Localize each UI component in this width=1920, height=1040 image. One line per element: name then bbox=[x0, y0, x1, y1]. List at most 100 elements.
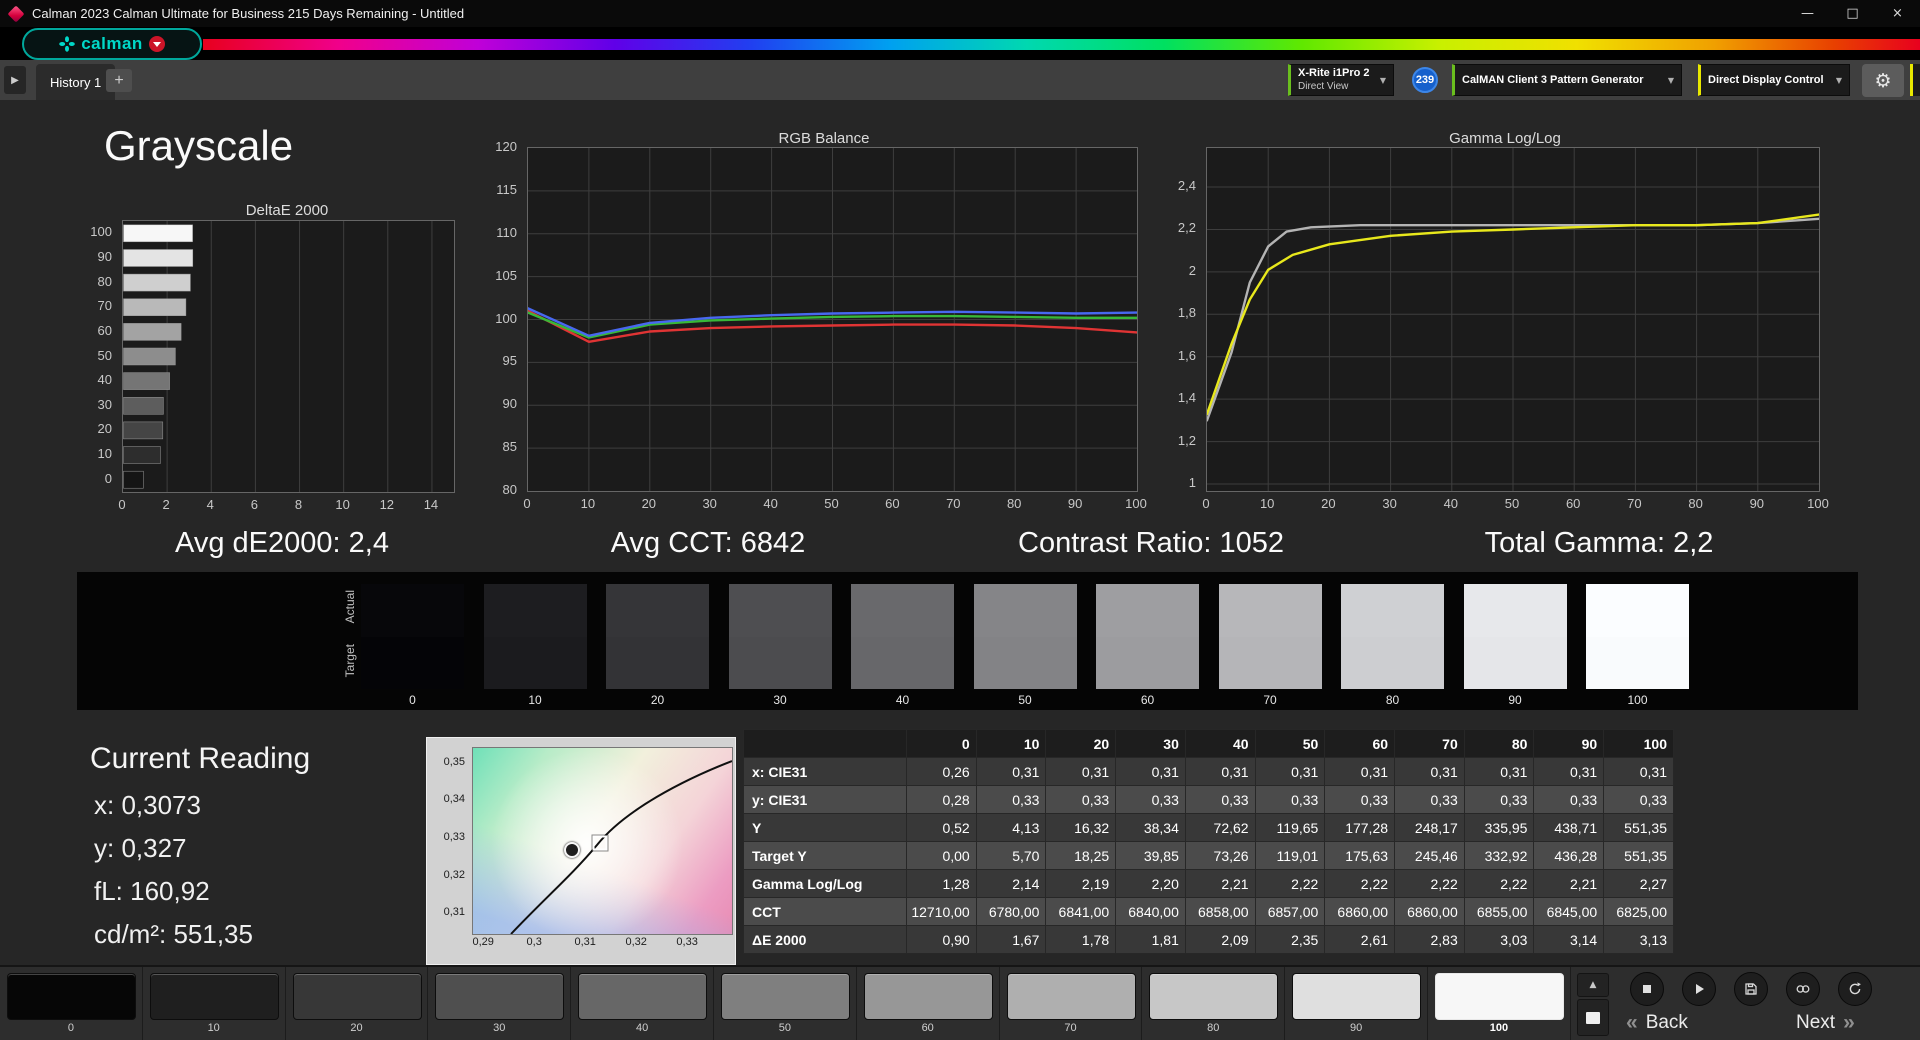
pattern-button-70[interactable] bbox=[1006, 973, 1136, 1020]
pattern-label: 80 bbox=[1207, 1022, 1220, 1034]
grayscale-swatch: 80 bbox=[1341, 584, 1444, 707]
swatch-actual bbox=[606, 584, 709, 637]
play-button[interactable] bbox=[1682, 972, 1716, 1006]
back-button[interactable]: « Back bbox=[1626, 1011, 1688, 1035]
cie-diagram: 0,35 0,34 0,33 0,32 0,31 0,29 0,3 0,31 0,32 0,33 bbox=[426, 737, 736, 965]
pattern-button-30[interactable] bbox=[435, 973, 565, 1020]
table-cell: 6857,00 bbox=[1254, 897, 1326, 926]
pattern-cell: 30 bbox=[428, 967, 572, 1040]
axis-tick: 90 bbox=[502, 396, 517, 412]
history-panel-toggle[interactable]: ▶ bbox=[4, 66, 26, 94]
swatch-strip: Actual Target 0 10 20 30 40 50 60 70 80 90 100 bbox=[77, 572, 1858, 710]
calman-logo-button[interactable]: calman bbox=[22, 28, 202, 60]
pattern-button-100[interactable] bbox=[1435, 973, 1564, 1020]
table-row: ΔE 2000 0,90 1,67 1,78 1,81 2,09 2,35 2,61 2,83 3… bbox=[743, 925, 1674, 954]
table-col-header: 20 bbox=[1045, 729, 1117, 758]
swatch-target bbox=[1096, 636, 1199, 689]
pattern-label: 50 bbox=[778, 1022, 792, 1034]
refresh-button[interactable] bbox=[1838, 972, 1872, 1006]
axis-tick: 8 bbox=[294, 497, 303, 512]
pattern-button-80[interactable] bbox=[1149, 973, 1279, 1020]
swatch-actual bbox=[1341, 584, 1444, 637]
table-cell: 1,78 bbox=[1045, 925, 1117, 954]
tab-history-1[interactable]: History 1 bbox=[36, 64, 116, 100]
pattern-button-90[interactable] bbox=[1292, 973, 1422, 1020]
save-button[interactable] bbox=[1734, 972, 1768, 1006]
swatch-label: 30 bbox=[773, 693, 787, 707]
grayscale-swatch: 30 bbox=[728, 584, 832, 707]
reading-x: x: 0,3073 bbox=[94, 790, 201, 820]
table-cell: 18,25 bbox=[1045, 841, 1117, 870]
table-cell: 0,33 bbox=[1324, 785, 1396, 814]
table-cell: 3,13 bbox=[1603, 925, 1674, 954]
pattern-generator-dropdown[interactable]: CalMAN Client 3 Pattern Generator ▼ bbox=[1452, 64, 1682, 96]
table-cell: 0,31 bbox=[1184, 757, 1256, 786]
header: calman bbox=[0, 27, 1920, 60]
stat-total-gamma: Total Gamma: 2,2 bbox=[1484, 527, 1714, 559]
pattern-button-20[interactable] bbox=[292, 973, 422, 1020]
table-row: y: CIE31 0,28 0,33 0,33 0,33 0,33 0,33 0,33 0,33… bbox=[743, 785, 1674, 814]
table-cell: 12710,00 bbox=[906, 897, 977, 926]
pattern-button-60[interactable] bbox=[863, 973, 993, 1020]
pattern-cell: 60 bbox=[857, 967, 1000, 1040]
minimize-button[interactable]: — bbox=[1785, 0, 1830, 27]
pattern-button-0[interactable] bbox=[7, 973, 136, 1020]
table-cell: 5,70 bbox=[975, 841, 1047, 870]
target-label: Target bbox=[343, 644, 357, 678]
table-cell: 39,85 bbox=[1115, 841, 1186, 870]
add-tab-button[interactable]: + bbox=[106, 69, 132, 92]
swatch-target bbox=[851, 636, 954, 689]
table-row: Gamma Log/Log 1,28 2,14 2,19 2,20 2,21 2,22 2,2… bbox=[743, 869, 1674, 898]
reading-y: y: 0,327 bbox=[94, 833, 187, 863]
axis-tick: 20 bbox=[97, 421, 112, 437]
table-cell: 2,19 bbox=[1045, 869, 1117, 898]
pattern-button-10[interactable] bbox=[149, 973, 279, 1020]
table-cell: 2,09 bbox=[1184, 925, 1256, 954]
collapse-panel-button[interactable]: ▲ bbox=[1577, 973, 1609, 997]
pattern-window-button[interactable] bbox=[1577, 999, 1609, 1036]
partial-dropdown[interactable] bbox=[1910, 64, 1920, 96]
grayscale-table: 0 10 20 30 40 50 60 70 80 90 100 x: CIE31 0,26 0,31 0,… bbox=[743, 729, 1674, 954]
pattern-cell: 10 bbox=[143, 967, 286, 1040]
settings-gear-button[interactable]: ⚙ bbox=[1862, 64, 1904, 97]
grayscale-swatch: 100 bbox=[1586, 584, 1689, 707]
titlebar: Calman 2023 Calman Ultimate for Business… bbox=[0, 0, 1920, 27]
table-header-row: 0 10 20 30 40 50 60 70 80 90 100 bbox=[743, 729, 1674, 758]
table-cell: 16,32 bbox=[1045, 813, 1117, 842]
axis-tick: 0 bbox=[1202, 496, 1210, 511]
table-cell: 2,22 bbox=[1254, 869, 1326, 898]
pattern-bar: 0 10 20 30 40 50 60 70 80 90 100 bbox=[0, 965, 1571, 1040]
link-button[interactable] bbox=[1786, 972, 1820, 1006]
logo-menu-button[interactable] bbox=[148, 36, 165, 52]
actual-label: Actual bbox=[343, 590, 357, 624]
close-button[interactable]: × bbox=[1875, 0, 1920, 27]
table-cell: 177,28 bbox=[1324, 813, 1396, 842]
luminance-badge[interactable]: 239 bbox=[1412, 67, 1438, 93]
reading-cdm2: cd/m²: 551,35 bbox=[94, 919, 253, 949]
swatch-actual bbox=[1096, 584, 1199, 637]
swatch-actual bbox=[728, 584, 832, 637]
pattern-button-50[interactable] bbox=[721, 973, 850, 1020]
table-col-header: 30 bbox=[1115, 729, 1186, 758]
next-button[interactable]: Next » bbox=[1796, 1011, 1855, 1035]
reading-fl: fL: 160,92 bbox=[94, 876, 210, 906]
display-control-dropdown[interactable]: Direct Display Control ▼ bbox=[1698, 64, 1850, 96]
pattern-button-40[interactable] bbox=[578, 973, 708, 1020]
table-cell: 6860,00 bbox=[1324, 897, 1396, 926]
stop-button[interactable] bbox=[1630, 972, 1664, 1006]
table-row-label: CCT bbox=[743, 897, 907, 926]
table-row-label: Y bbox=[743, 813, 907, 842]
swatch-target bbox=[1463, 636, 1567, 689]
table-cell: 436,28 bbox=[1533, 841, 1605, 870]
table-cell: 245,46 bbox=[1394, 841, 1465, 870]
table-col-header: 40 bbox=[1184, 729, 1256, 758]
pattern-cell: 100 bbox=[1428, 967, 1571, 1040]
maximize-button[interactable]: □ bbox=[1830, 0, 1875, 27]
cie-target-marker bbox=[592, 835, 608, 851]
meter-dropdown[interactable]: X-Rite i1Pro 2 Direct View ▼ bbox=[1288, 64, 1394, 96]
table-cell: 4,13 bbox=[975, 813, 1047, 842]
calman-flower-icon bbox=[59, 36, 76, 52]
table-row-label: x: CIE31 bbox=[743, 757, 907, 786]
table-cell: 2,83 bbox=[1394, 925, 1465, 954]
gamma-plot bbox=[1206, 147, 1820, 492]
